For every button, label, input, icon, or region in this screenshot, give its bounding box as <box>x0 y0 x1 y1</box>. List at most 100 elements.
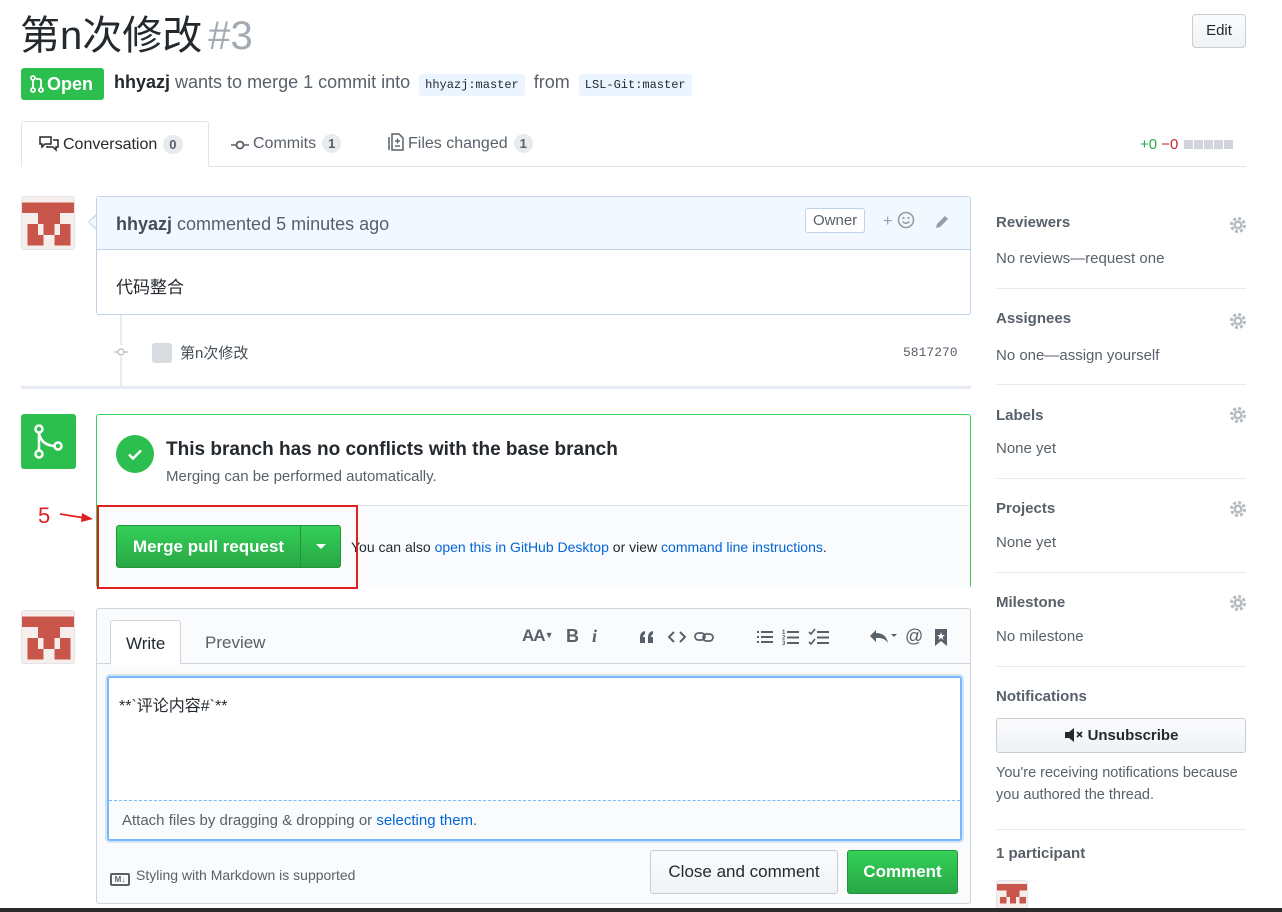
labels-heading[interactable]: Labels <box>996 407 1246 424</box>
comment-header: hhyazj commented 5 minutes ago Owner + <box>97 197 970 250</box>
pr-author[interactable]: hhyazj <box>114 72 170 92</box>
unsubscribe-label: Unsubscribe <box>1087 727 1179 744</box>
pencil-icon[interactable] <box>933 213 951 231</box>
task-list-icon[interactable] <box>808 628 830 646</box>
markdown-note-text[interactable]: Styling with Markdown is supported <box>136 867 355 883</box>
attach-files-bar[interactable]: Attach files by dragging & dropping or s… <box>109 800 960 839</box>
gear-icon[interactable] <box>1229 594 1247 612</box>
sidebar-divider <box>996 478 1246 479</box>
gear-icon[interactable] <box>1229 500 1247 518</box>
italic-button[interactable]: i <box>592 626 597 647</box>
comment-button[interactable]: Comment <box>847 850 958 894</box>
commit-icon <box>114 348 128 356</box>
merge-subtitle: Merging can be performed automatically. <box>166 468 437 485</box>
comment-box: hhyazj commented 5 minutes ago Owner + 代… <box>96 196 971 315</box>
comment-composer: Write Preview AA▼ B i 1 2 3 @ **`评论内容#`*… <box>96 608 971 904</box>
heading-caret-icon: ▼ <box>544 630 554 640</box>
sidebar-divider <box>996 384 1246 385</box>
merge-text: wants to merge 1 commit into <box>175 72 411 92</box>
comment-meta: hhyazj commented 5 minutes ago <box>116 214 389 235</box>
diffstat: +0 −0 <box>1140 136 1233 153</box>
mute-icon <box>1064 728 1083 742</box>
file-diff-icon <box>388 133 404 151</box>
smiley-icon <box>897 211 915 229</box>
commit-node <box>114 345 128 357</box>
sidebar-divider <box>996 666 1246 667</box>
reply-icon[interactable] <box>868 628 898 646</box>
milestone-value: No milestone <box>996 628 1084 645</box>
bold-button[interactable]: B <box>566 626 579 647</box>
close-and-comment-button[interactable]: Close and comment <box>650 850 838 894</box>
comment-body: 代码整合 <box>116 278 184 297</box>
comment-text: **`评论内容#`** <box>119 698 228 715</box>
note-prefix: You can also <box>351 539 431 555</box>
svg-text:3: 3 <box>782 641 786 646</box>
notifications-reason: You're receiving notifications because y… <box>996 765 1238 803</box>
link-icon[interactable] <box>694 630 714 644</box>
labels-value: None yet <box>996 440 1057 457</box>
commit-sha[interactable]: 5817270 <box>903 345 958 360</box>
author-avatar[interactable] <box>21 196 75 250</box>
pr-title: 第n次修改 #3 <box>20 8 253 64</box>
github-desktop-link[interactable]: open this in GitHub Desktop <box>435 539 609 555</box>
bulleted-list-icon[interactable] <box>756 629 774 645</box>
reviewers-heading[interactable]: Reviewers <box>996 214 1246 231</box>
tab-label: Commits <box>253 135 317 152</box>
commit-message[interactable]: 第n次修改 <box>180 345 248 362</box>
tab-files-changed[interactable]: Files changed 1 <box>388 121 533 167</box>
tab-conversation[interactable]: Conversation 0 <box>21 121 209 167</box>
heading-button[interactable]: AA▼ <box>522 626 554 646</box>
from-text: from <box>533 72 570 92</box>
diff-deletions: −0 <box>1161 136 1179 153</box>
tab-preview[interactable]: Preview <box>190 620 280 665</box>
annotation-arrow-icon <box>60 513 93 522</box>
quote-icon[interactable] <box>638 629 656 645</box>
numbered-list-icon[interactable]: 1 2 3 <box>782 628 800 646</box>
merge-title: This branch has no conflicts with the ba… <box>166 439 618 460</box>
saved-reply-icon[interactable] <box>934 628 948 647</box>
markdown-icon: M↓ <box>110 873 130 886</box>
current-user-avatar[interactable] <box>21 610 75 664</box>
owner-badge: Owner <box>805 208 866 233</box>
edit-button[interactable]: Edit <box>1192 14 1246 48</box>
sidebar-divider <box>996 572 1246 573</box>
annotation-highlight-box <box>97 505 358 589</box>
code-icon[interactable] <box>668 630 686 644</box>
state-badge: Open <box>21 68 104 100</box>
tab-write[interactable]: Write <box>110 620 182 665</box>
projects-heading[interactable]: Projects <box>996 500 1246 517</box>
markdown-note: M↓ Styling with Markdown is supported <box>110 867 355 886</box>
state-label: Open <box>47 74 94 94</box>
head-branch: LSL-Git:master <box>578 74 692 96</box>
window-bottom-edge <box>0 908 1282 912</box>
tab-commits[interactable]: Commits 1 <box>231 121 342 167</box>
gear-icon[interactable] <box>1229 216 1247 234</box>
conversation-icon <box>39 136 59 152</box>
sidebar-divider <box>996 288 1246 289</box>
gear-icon[interactable] <box>1229 312 1247 330</box>
comment-author[interactable]: hhyazj <box>116 214 172 234</box>
git-merge-icon <box>34 424 63 459</box>
attach-suffix: . <box>473 812 478 829</box>
attach-prefix: Attach files by dragging & dropping or <box>122 812 373 829</box>
unsubscribe-button[interactable]: Unsubscribe <box>996 718 1246 753</box>
note-suffix: . <box>822 539 827 555</box>
assignees-heading[interactable]: Assignees <box>996 310 1246 327</box>
mention-button[interactable]: @ <box>905 626 923 647</box>
sidebar-divider <box>996 829 1246 830</box>
identicon <box>22 611 74 663</box>
annotation-number: 5 <box>38 503 51 528</box>
cli-instructions-link[interactable]: command line instructions <box>661 539 823 555</box>
milestone-heading[interactable]: Milestone <box>996 594 1246 611</box>
add-reaction-button[interactable]: + <box>883 211 915 231</box>
gear-icon[interactable] <box>1229 406 1247 424</box>
pr-meta: hhyazj wants to merge 1 commit into hhya… <box>114 72 696 96</box>
merge-status: This branch has no conflicts with the ba… <box>97 415 970 506</box>
note-middle: or view <box>612 539 658 555</box>
select-files-link[interactable]: selecting them <box>376 812 473 829</box>
diff-blocks <box>1183 136 1233 153</box>
notifications-heading: Notifications <box>996 688 1087 705</box>
reviewers-value: No reviews—request one <box>996 250 1165 267</box>
comment-action[interactable]: commented 5 minutes ago <box>177 214 389 234</box>
comment-textarea[interactable]: **`评论内容#`** Attach files by dragging & d… <box>107 676 962 841</box>
